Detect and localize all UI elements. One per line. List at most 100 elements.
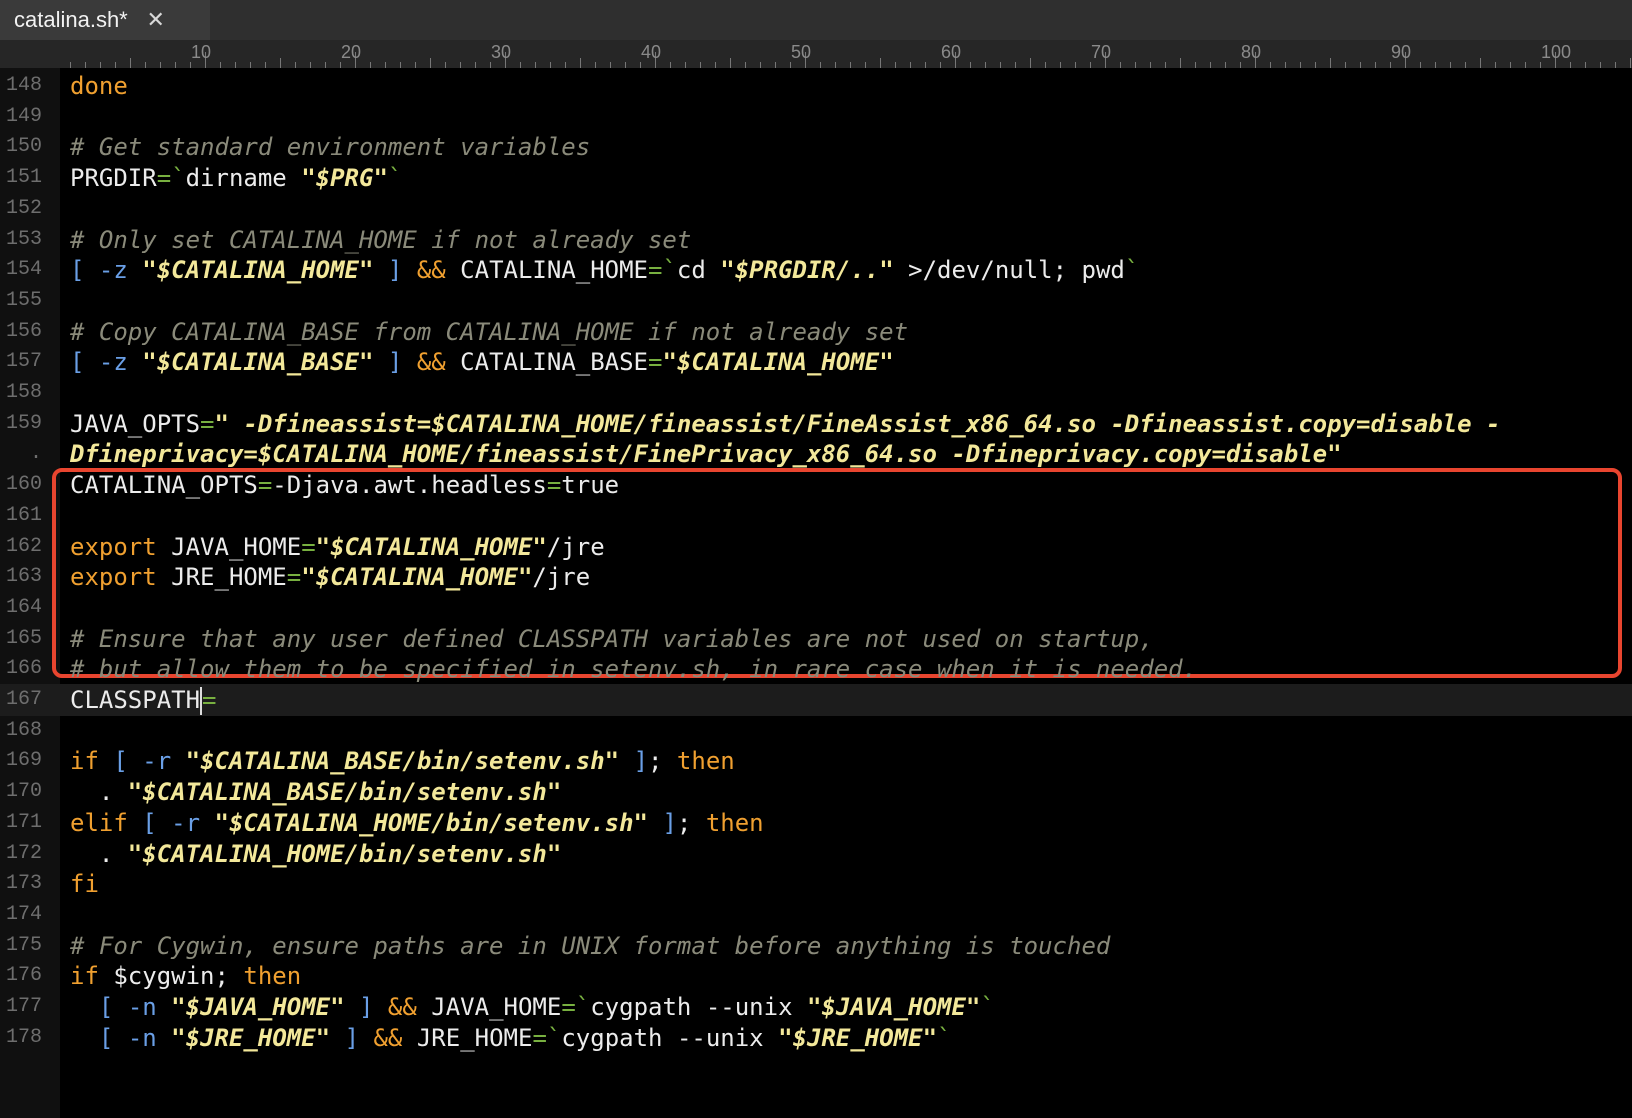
ruler-label: 50 bbox=[791, 42, 812, 62]
code-line[interactable]: 166 # but allow them to be specified in s… bbox=[0, 653, 1632, 685]
code-token: ` bbox=[546, 1023, 562, 1052]
code-token: # Get standard environment variables bbox=[70, 133, 591, 162]
code-token: = bbox=[532, 1023, 547, 1052]
code-line[interactable]: 159 JAVA_OPTS=" -Dfineassist=$CATALINA_HO… bbox=[0, 408, 1632, 440]
ruler-tick bbox=[1630, 58, 1631, 68]
code-line[interactable]: 150 # Get standard environment variables bbox=[0, 131, 1632, 163]
code-line[interactable]: 148 done bbox=[0, 70, 1632, 102]
ruler-tick bbox=[1030, 58, 1031, 68]
code-line[interactable]: 152 bbox=[0, 193, 1632, 225]
line-number: 152 bbox=[5, 196, 42, 220]
code-token: [ bbox=[142, 808, 157, 837]
close-icon[interactable]: ✕ bbox=[142, 6, 170, 34]
code-editor[interactable]: 148 done 149 150 # Get standard environment … bbox=[0, 68, 1632, 1118]
code-token: . bbox=[70, 778, 128, 807]
code-line[interactable]: 160 CATALINA_OPTS=-Djava.awt.headless=tru… bbox=[0, 469, 1632, 501]
code-line[interactable]: 157 [ -z "$CATALINA_BASE" ] && CATALINA_B… bbox=[0, 346, 1632, 378]
code-token: CLASSPATH bbox=[70, 686, 201, 714]
line-code: # Ensure that any user defined CLASSPATH… bbox=[70, 623, 1154, 655]
code-line[interactable]: 161 bbox=[0, 500, 1632, 532]
line-number: 176 bbox=[5, 964, 42, 988]
code-token: [ bbox=[113, 747, 128, 776]
code-line[interactable]: 168 bbox=[0, 715, 1632, 747]
code-token: # Copy CATALINA_BASE from CATALINA_HOME … bbox=[70, 317, 909, 346]
code-line[interactable]: 172 . "$CATALINA_HOME/bin/setenv.sh" bbox=[0, 838, 1632, 870]
line-code: [ -n "$JRE_HOME" ] && JRE_HOME=`cygpath … bbox=[70, 1022, 952, 1054]
ruler-tick bbox=[430, 58, 431, 68]
code-line[interactable]: 165 # Ensure that any user defined CLASSP… bbox=[0, 623, 1632, 655]
line-number: 156 bbox=[5, 319, 42, 343]
code-token: JRE_HOME bbox=[156, 563, 287, 592]
code-token: -n bbox=[127, 1023, 157, 1052]
code-line[interactable]: 175 # For Cygwin, ensure paths are in UNI… bbox=[0, 930, 1632, 962]
line-number: 178 bbox=[5, 1025, 42, 1049]
code-token: # For Cygwin, ensure paths are in UNIX f… bbox=[70, 931, 1111, 960]
code-line[interactable]: 154 [ -z "$CATALINA_HOME" ] && CATALINA_H… bbox=[0, 254, 1632, 286]
code-line[interactable]: 155 bbox=[0, 285, 1632, 317]
code-token: ; bbox=[676, 808, 706, 837]
code-token: >/dev/null; pwd bbox=[893, 256, 1125, 285]
code-line[interactable]: 177 [ -n "$JAVA_HOME" ] && JAVA_HOME=`cy… bbox=[0, 991, 1632, 1023]
code-line[interactable]: 171 elif [ -r "$CATALINA_HOME/bin/setenv.… bbox=[0, 807, 1632, 839]
code-line[interactable]: 156 # Copy CATALINA_BASE from CATALINA_HO… bbox=[0, 316, 1632, 348]
code-token: -z bbox=[98, 348, 128, 377]
code-token: if bbox=[70, 962, 99, 991]
code-line[interactable]: 158 bbox=[0, 377, 1632, 409]
code-token: ` bbox=[662, 256, 677, 285]
ruler-label: 60 bbox=[941, 42, 962, 62]
code-line[interactable]: 178 [ -n "$JRE_HOME" ] && JRE_HOME=`cygp… bbox=[0, 1022, 1632, 1054]
code-token: ] bbox=[662, 808, 677, 837]
line-number: 167 bbox=[5, 688, 42, 711]
code-token: # but allow them to be specified in sete… bbox=[70, 655, 1198, 684]
ruler-tick bbox=[130, 58, 131, 68]
code-token: "$CATALINA_HOME/bin/setenv.sh" bbox=[214, 808, 648, 837]
code-token: CATALINA_BASE bbox=[445, 348, 649, 377]
code-line[interactable]: 162 export JAVA_HOME="$CATALINA_HOME"/jre bbox=[0, 531, 1632, 563]
code-token: $cygwin; bbox=[98, 962, 244, 991]
code-line[interactable]: 174 bbox=[0, 899, 1632, 931]
ruler-label: 100 bbox=[1541, 42, 1572, 62]
tab-catalina-sh[interactable]: catalina.sh* ✕ bbox=[0, 0, 210, 40]
line-number: 157 bbox=[5, 350, 42, 374]
code-line[interactable]: 176 if $cygwin; then bbox=[0, 960, 1632, 992]
code-line[interactable]: 163 export JRE_HOME="$CATALINA_HOME"/jre bbox=[0, 561, 1632, 593]
ruler-label: 90 bbox=[1391, 42, 1412, 62]
code-line[interactable]: 149 bbox=[0, 101, 1632, 133]
code-line[interactable]: 169 if [ -r "$CATALINA_BASE/bin/setenv.sh… bbox=[0, 745, 1632, 777]
code-line[interactable]: 164 bbox=[0, 592, 1632, 624]
ruler-label: 80 bbox=[1241, 42, 1262, 62]
code-token: "$CATALINA_HOME" bbox=[315, 532, 547, 561]
code-token: . bbox=[70, 839, 128, 868]
code-line[interactable]: 151 PRGDIR=`dirname "$PRG"` bbox=[0, 162, 1632, 194]
code-token: "$CATALINA_BASE/bin/setenv.sh" bbox=[185, 747, 620, 776]
line-code: # Copy CATALINA_BASE from CATALINA_HOME … bbox=[70, 316, 908, 348]
code-token: /jre bbox=[546, 532, 605, 561]
code-line[interactable]: . Dfineprivacy=$CATALINA_HOME/fineassist/… bbox=[0, 438, 1632, 470]
code-line[interactable]: 170 . "$CATALINA_BASE/bin/setenv.sh" bbox=[0, 776, 1632, 808]
code-token: ] bbox=[387, 348, 403, 377]
code-line[interactable]: 153 # Only set CATALINA_HOME if not alrea… bbox=[0, 224, 1632, 256]
code-token: -z bbox=[98, 256, 128, 285]
line-code: # Only set CATALINA_HOME if not already … bbox=[70, 224, 691, 256]
line-code: elif [ -r "$CATALINA_HOME/bin/setenv.sh"… bbox=[70, 807, 764, 839]
code-token: ` bbox=[937, 1023, 952, 1052]
code-token: = bbox=[156, 164, 172, 193]
line-code: # For Cygwin, ensure paths are in UNIX f… bbox=[70, 930, 1110, 962]
code-token: cygpath --unix bbox=[561, 1023, 779, 1052]
line-number: 158 bbox=[5, 381, 42, 404]
code-line[interactable]: 167 CLASSPATH= bbox=[0, 684, 1632, 716]
code-token: fi bbox=[70, 870, 99, 899]
code-line[interactable]: 173 fi bbox=[0, 868, 1632, 900]
code-token: ` bbox=[171, 164, 186, 193]
code-token: -r bbox=[171, 808, 201, 837]
code-token: then bbox=[676, 747, 735, 776]
line-number: 174 bbox=[5, 902, 42, 926]
